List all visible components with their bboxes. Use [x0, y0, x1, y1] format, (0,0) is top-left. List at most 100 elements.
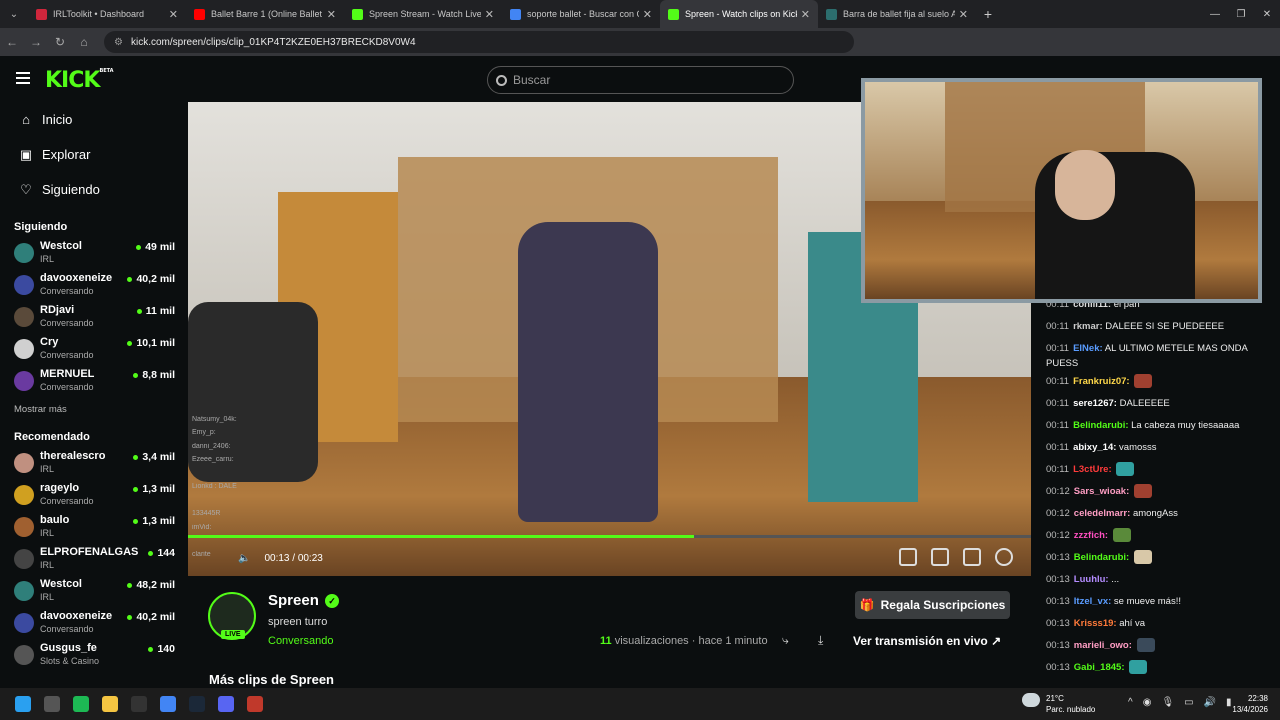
- chat-username[interactable]: rkmar:: [1073, 321, 1103, 332]
- chat-username[interactable]: marieli_owo:: [1074, 640, 1132, 651]
- kick-logo[interactable]: KICKBETA: [45, 68, 114, 93]
- new-tab-button[interactable]: +: [976, 6, 1000, 22]
- maximize-icon[interactable]: ❐: [1228, 0, 1254, 28]
- sidebar-channel[interactable]: Westcol IRL 48,2 mil: [0, 575, 188, 607]
- chat-username[interactable]: Frankruiz07:: [1073, 376, 1130, 387]
- sidebar-channel[interactable]: davooxeneize Conversando 40,2 mil: [0, 607, 188, 639]
- minimize-icon[interactable]: —: [1202, 0, 1228, 28]
- chat-username[interactable]: ElNek:: [1073, 343, 1103, 354]
- chat-username[interactable]: Luuhlu:: [1074, 574, 1109, 585]
- browser-tab[interactable]: Barra de ballet fija al suelo Ava ✕: [818, 0, 976, 28]
- menu-icon[interactable]: [16, 72, 30, 84]
- battery-icon[interactable]: ▮: [1226, 697, 1232, 708]
- sidebar-channel[interactable]: Cry Conversando 10,1 mil: [0, 333, 188, 365]
- kick-page: KICKBETA Buscar ⌂ Inicio ▣ Explorar ♡ Siguien…: [0, 56, 1280, 688]
- external-link-icon: ↗: [991, 634, 1002, 648]
- sidebar-channel[interactable]: MERNUEL Conversando 8,8 mil: [0, 365, 188, 397]
- tray-chevron-icon[interactable]: ^: [1128, 697, 1133, 708]
- fullscreen-icon[interactable]: [963, 548, 981, 566]
- spotify-icon[interactable]: [66, 688, 95, 720]
- chat-username[interactable]: Krisss19:: [1074, 618, 1117, 629]
- chat-username[interactable]: zzzfich:: [1074, 530, 1108, 541]
- monitor-icon[interactable]: ▭: [1184, 697, 1193, 708]
- tab-title: IRLToolkit • Dashboard: [53, 9, 145, 19]
- sidebar-nav-explorar[interactable]: ▣ Explorar: [0, 137, 188, 172]
- overlay-chat-line: Emy_p:: [192, 429, 216, 436]
- weather-widget[interactable]: 21°C Parc. nublado: [1022, 693, 1095, 715]
- browser-tab[interactable]: IRLToolkit • Dashboard ✕: [28, 0, 186, 28]
- sidebar-channel[interactable]: baulo IRL 1,3 mil: [0, 511, 188, 543]
- reload-icon[interactable]: ↻: [48, 35, 72, 49]
- browser-tab[interactable]: Spreen - Watch clips on Kick ✕: [660, 0, 818, 28]
- pip-icon[interactable]: [899, 548, 917, 566]
- download-icon[interactable]: ⤓: [818, 633, 823, 648]
- site-info-icon[interactable]: ⚙: [114, 37, 123, 48]
- sidebar-channel[interactable]: rageylo Conversando 1,3 mil: [0, 479, 188, 511]
- browser-tab[interactable]: Spreen Stream - Watch Live on ✕: [344, 0, 502, 28]
- mic-icon[interactable]: 🎙: [1161, 697, 1174, 708]
- sidebar-nav-siguiendo[interactable]: ♡ Siguiendo: [0, 172, 188, 207]
- clock[interactable]: 22:38 13/4/2026: [1232, 693, 1268, 715]
- avatar: [14, 275, 34, 295]
- browser-tab[interactable]: Ballet Barre 1 (Online Ballet Cla ✕: [186, 0, 344, 28]
- volume-tray-icon[interactable]: 🔊: [1204, 697, 1216, 708]
- sidebar-channel[interactable]: RDjavi Conversando 11 mil: [0, 301, 188, 333]
- url-field[interactable]: ⚙ kick.com/spreen/clips/clip_01KP4T2KZE0…: [104, 31, 854, 53]
- file-explorer-icon[interactable]: [95, 688, 124, 720]
- search-input[interactable]: Buscar: [487, 66, 794, 94]
- channel-category: IRL: [40, 560, 55, 570]
- share-icon[interactable]: ⤷: [782, 633, 789, 648]
- chrome-icon[interactable]: [153, 688, 182, 720]
- theater-icon[interactable]: [931, 548, 949, 566]
- chat-username[interactable]: Belindarubi:: [1073, 420, 1128, 431]
- back-icon[interactable]: ←: [0, 35, 24, 49]
- chat-username[interactable]: Belindarubi:: [1074, 552, 1129, 563]
- browser-tab[interactable]: soporte ballet - Buscar con Goo ✕: [502, 0, 660, 28]
- channel-name[interactable]: Spreen: [268, 592, 319, 609]
- tab-close-icon[interactable]: ✕: [643, 8, 652, 21]
- tab-close-icon[interactable]: ✕: [801, 8, 810, 21]
- tray-app-icon[interactable]: ◉: [1143, 697, 1152, 708]
- sidebar-channel[interactable]: ELPROFENALGAS IRL 144: [0, 543, 188, 575]
- gift-subs-button[interactable]: 🎁 Regala Suscripciones: [855, 591, 1010, 619]
- tab-close-icon[interactable]: ✕: [169, 8, 178, 21]
- home-browser-icon[interactable]: ⌂: [72, 35, 96, 49]
- stream-title: spreen turro: [268, 616, 328, 628]
- chat-username[interactable]: sere1267:: [1073, 398, 1117, 409]
- tab-close-icon[interactable]: ✕: [959, 8, 968, 21]
- tab-close-icon[interactable]: ✕: [485, 8, 494, 21]
- windows-start-icon[interactable]: [8, 688, 37, 720]
- tab-search-chevron-icon[interactable]: ⌄: [0, 0, 28, 28]
- sidebar-channel[interactable]: therealescro IRL 3,4 mil: [0, 447, 188, 479]
- close-window-icon[interactable]: ✕: [1254, 0, 1280, 28]
- sidebar-channel[interactable]: davooxeneize Conversando 40,2 mil: [0, 269, 188, 301]
- chat-username[interactable]: Itzel_vx:: [1074, 596, 1112, 607]
- settings-icon[interactable]: [995, 548, 1013, 566]
- sidebar-channel[interactable]: Westcol IRL 49 mil: [0, 237, 188, 269]
- chat-username[interactable]: abixy_14:: [1073, 442, 1116, 453]
- chat-username[interactable]: Gabi_1845:: [1074, 662, 1125, 673]
- stream-category[interactable]: Conversando: [268, 635, 333, 647]
- sidebar-channel[interactable]: Gusgus_fe Slots & Casino 140: [0, 639, 188, 671]
- tab-close-icon[interactable]: ✕: [327, 8, 336, 21]
- chat-username[interactable]: Sars_wioak:: [1074, 486, 1129, 497]
- discord-icon[interactable]: [211, 688, 240, 720]
- progress-bar[interactable]: [188, 535, 1031, 538]
- chat-message: 00:11 sere1267: DALEEEEE: [1046, 393, 1280, 415]
- 4k-app-icon[interactable]: [124, 688, 153, 720]
- show-more-link[interactable]: Mostrar más: [0, 397, 188, 423]
- volume-icon[interactable]: 🔈: [238, 553, 250, 564]
- channel-category: IRL: [40, 254, 55, 264]
- app-icon[interactable]: [240, 688, 269, 720]
- chat-username[interactable]: L3ctUre:: [1073, 464, 1112, 475]
- watch-live-label: Ver transmisión en vivo: [853, 634, 988, 648]
- avatar: [14, 339, 34, 359]
- chat-text: La cabeza muy tiesaaaaa: [1131, 420, 1240, 431]
- obs-icon[interactable]: [37, 688, 66, 720]
- video-time: 00:13 / 00:23: [264, 552, 323, 564]
- watch-live-button[interactable]: Ver transmisión en vivo ↗: [853, 634, 1001, 648]
- sidebar-nav-inicio[interactable]: ⌂ Inicio: [0, 102, 188, 137]
- forward-icon[interactable]: →: [24, 35, 48, 49]
- steam-icon[interactable]: [182, 688, 211, 720]
- chat-username[interactable]: celedelmarr:: [1074, 508, 1131, 519]
